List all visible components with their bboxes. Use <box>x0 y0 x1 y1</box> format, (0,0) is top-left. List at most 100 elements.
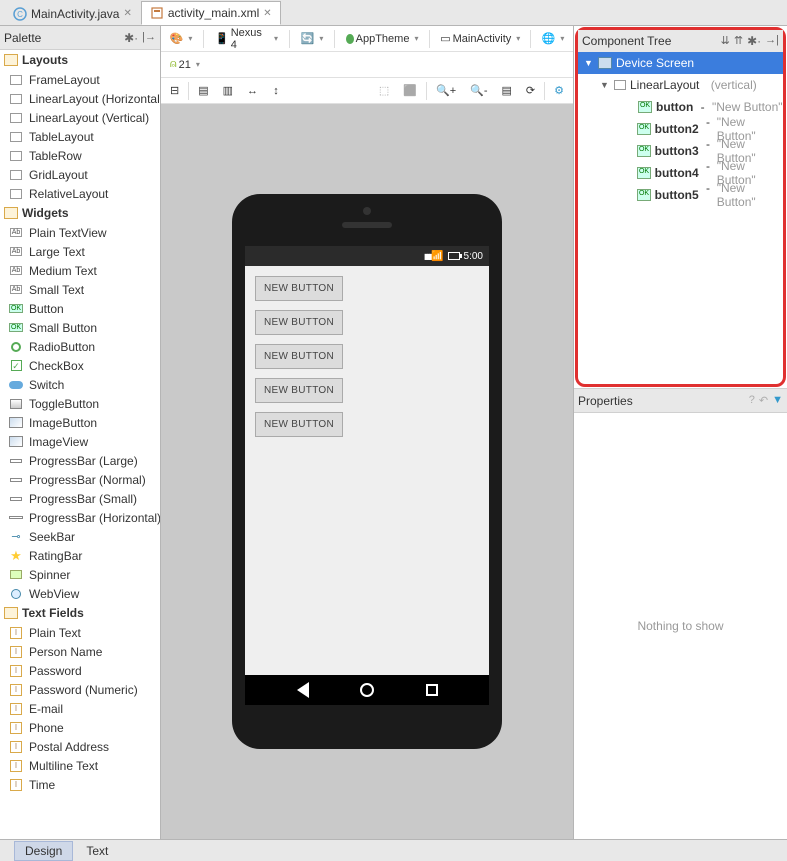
group-layouts[interactable]: Layouts <box>0 50 160 70</box>
palette-item-plaintext[interactable]: IPlain Text <box>0 623 160 642</box>
remove-button[interactable]: ⊟ <box>165 81 184 101</box>
filter-icon[interactable]: ▼ <box>772 394 783 407</box>
palette-item-seekbar[interactable]: ⊸SeekBar <box>0 527 160 546</box>
close-icon[interactable]: ✕ <box>123 8 131 19</box>
tree-node-linearlayout[interactable]: ▼ LinearLayout (vertical) <box>578 74 783 96</box>
palette-item-imagebutton[interactable]: ImageButton <box>0 413 160 432</box>
palette-item-email[interactable]: IE-mail <box>0 699 160 718</box>
footer-tab-text[interactable]: Text <box>75 841 119 861</box>
palette-item-framelayout[interactable]: FrameLayout <box>0 70 160 89</box>
palette-item-progressbar-small[interactable]: ProgressBar (Small) <box>0 489 160 508</box>
recent-icon[interactable] <box>426 684 438 696</box>
palette-item-password-numeric[interactable]: IPassword (Numeric) <box>0 680 160 699</box>
palette-item-time[interactable]: ITime <box>0 775 160 794</box>
activity-selector[interactable]: ▭MainActivity <box>436 29 524 49</box>
palette-item-progressbar-horizontal[interactable]: ProgressBar (Horizontal) <box>0 508 160 527</box>
group-textfields[interactable]: Text Fields <box>0 603 160 623</box>
close-icon[interactable]: ✕ <box>263 8 271 19</box>
gear-icon[interactable]: ✱· <box>124 31 138 45</box>
textfield-icon: I <box>8 702 24 716</box>
align-right-button[interactable]: ↔ <box>242 81 263 101</box>
preview-button-3[interactable]: NEW BUTTON <box>255 344 343 369</box>
component-tree[interactable]: ▼ Device Screen ▼ LinearLayout (vertical… <box>578 52 783 206</box>
gear-icon[interactable]: ✱· <box>747 34 761 48</box>
preview-button-2[interactable]: NEW BUTTON <box>255 310 343 335</box>
palette-item-password[interactable]: IPassword <box>0 661 160 680</box>
preview-button-4[interactable]: NEW BUTTON <box>255 378 343 403</box>
clock-label: 5:00 <box>464 251 483 262</box>
palette-item-large-text[interactable]: AbLarge Text <box>0 242 160 261</box>
palette-item-medium-text[interactable]: AbMedium Text <box>0 261 160 280</box>
device-selector[interactable]: 📱Nexus 4 <box>210 29 283 49</box>
palette-item-togglebutton[interactable]: ToggleButton <box>0 394 160 413</box>
image-icon <box>8 416 24 430</box>
tab-main-activity[interactable]: C MainActivity.java ✕ <box>4 1 141 25</box>
undo-icon[interactable]: ↶ <box>759 394 768 407</box>
group-widgets[interactable]: Widgets <box>0 203 160 223</box>
theme-selector[interactable]: AppTheme <box>341 29 423 49</box>
palette-item-webview[interactable]: WebView <box>0 584 160 603</box>
back-icon[interactable] <box>297 682 309 698</box>
palette-item-personname[interactable]: IPerson Name <box>0 642 160 661</box>
hide-icon[interactable]: →| <box>765 34 779 48</box>
orientation-button[interactable]: 🔄 <box>296 29 328 49</box>
palette-item-gridlayout[interactable]: GridLayout <box>0 165 160 184</box>
zoom-out-button[interactable]: 🔍- <box>465 81 492 101</box>
palette-item-imageview[interactable]: ImageView <box>0 432 160 451</box>
tab-activity-main-xml[interactable]: activity_main.xml ✕ <box>141 1 281 25</box>
device-screen[interactable]: 📶 5:00 NEW BUTTON NEW BUTTON NEW BUTTON … <box>245 246 489 705</box>
palette-item-radiobutton[interactable]: RadioButton <box>0 337 160 356</box>
palette-item-switch[interactable]: Switch <box>0 375 160 394</box>
palette-item-small-text[interactable]: AbSmall Text <box>0 280 160 299</box>
preview-button-5[interactable]: NEW BUTTON <box>255 412 343 437</box>
palette-item-relativelayout[interactable]: RelativeLayout <box>0 184 160 203</box>
home-icon[interactable] <box>360 683 374 697</box>
palette-item-checkbox[interactable]: ✓CheckBox <box>0 356 160 375</box>
palette-item-ratingbar[interactable]: ★RatingBar <box>0 546 160 565</box>
locale-button[interactable]: 🌐 <box>537 29 569 49</box>
palette-item-button[interactable]: OKButton <box>0 299 160 318</box>
settings-button[interactable]: ⚙ <box>549 81 569 101</box>
palette-list[interactable]: Layouts FrameLayout LinearLayout (Horizo… <box>0 50 160 839</box>
palette-item-tablerow[interactable]: TableRow <box>0 146 160 165</box>
align-v-button[interactable]: ↕ <box>267 81 285 101</box>
pan-button[interactable]: ▤ <box>497 81 517 101</box>
preview-button-1[interactable]: NEW BUTTON <box>255 276 343 301</box>
tree-node-button5[interactable]: OKbutton5 - "New Button" <box>578 184 783 206</box>
palette-item-multiline[interactable]: IMultiline Text <box>0 756 160 775</box>
palette-item-postal[interactable]: IPostal Address <box>0 737 160 756</box>
textfield-icon: I <box>8 740 24 754</box>
rotate-icon: 🔄 <box>301 32 315 45</box>
properties-empty: Nothing to show <box>574 413 787 839</box>
api-selector[interactable]: ⍝21 <box>165 55 205 75</box>
zoom-fit-button[interactable]: ⬚ <box>374 81 394 101</box>
refresh-button[interactable]: ⟳ <box>521 81 540 101</box>
footer-tab-design[interactable]: Design <box>14 841 73 861</box>
palette-item-linearlayout-h[interactable]: LinearLayout (Horizontal) <box>0 89 160 108</box>
help-icon[interactable]: ? <box>749 394 755 407</box>
palette-item-spinner[interactable]: Spinner <box>0 565 160 584</box>
palette-icon: 🎨 <box>170 32 184 45</box>
align-left-button[interactable]: ▤ <box>193 81 213 101</box>
tree-node-device-screen[interactable]: ▼ Device Screen <box>578 52 783 74</box>
design-canvas[interactable]: 📶 5:00 NEW BUTTON NEW BUTTON NEW BUTTON … <box>161 104 573 839</box>
palette-item-textview[interactable]: AbPlain TextView <box>0 223 160 242</box>
palette-item-progressbar-large[interactable]: ProgressBar (Large) <box>0 451 160 470</box>
palette-item-small-button[interactable]: OKSmall Button <box>0 318 160 337</box>
palette-item-phone[interactable]: IPhone <box>0 718 160 737</box>
render-button[interactable]: 🎨 <box>165 29 197 49</box>
palette-item-progressbar-normal[interactable]: ProgressBar (Normal) <box>0 470 160 489</box>
collapse-all-icon[interactable]: ⇈ <box>734 34 743 48</box>
chevron-down-icon[interactable]: ▼ <box>584 58 594 68</box>
linearlayout-preview[interactable]: NEW BUTTON NEW BUTTON NEW BUTTON NEW BUT… <box>245 266 489 675</box>
zoom-actual-button[interactable]: ⬛ <box>398 81 422 101</box>
collapse-icon[interactable]: |→ <box>142 31 156 45</box>
properties-panel: Properties ? ↶ ▼ Nothing to show <box>574 388 787 839</box>
zoom-in-button[interactable]: 🔍+ <box>431 81 461 101</box>
expand-all-icon[interactable]: ⇊ <box>721 34 730 48</box>
palette-item-tablelayout[interactable]: TableLayout <box>0 127 160 146</box>
palette-item-linearlayout-v[interactable]: LinearLayout (Vertical) <box>0 108 160 127</box>
button-icon: OK <box>637 145 650 157</box>
chevron-down-icon[interactable]: ▼ <box>600 80 610 90</box>
align-center-button[interactable]: ▥ <box>218 81 238 101</box>
